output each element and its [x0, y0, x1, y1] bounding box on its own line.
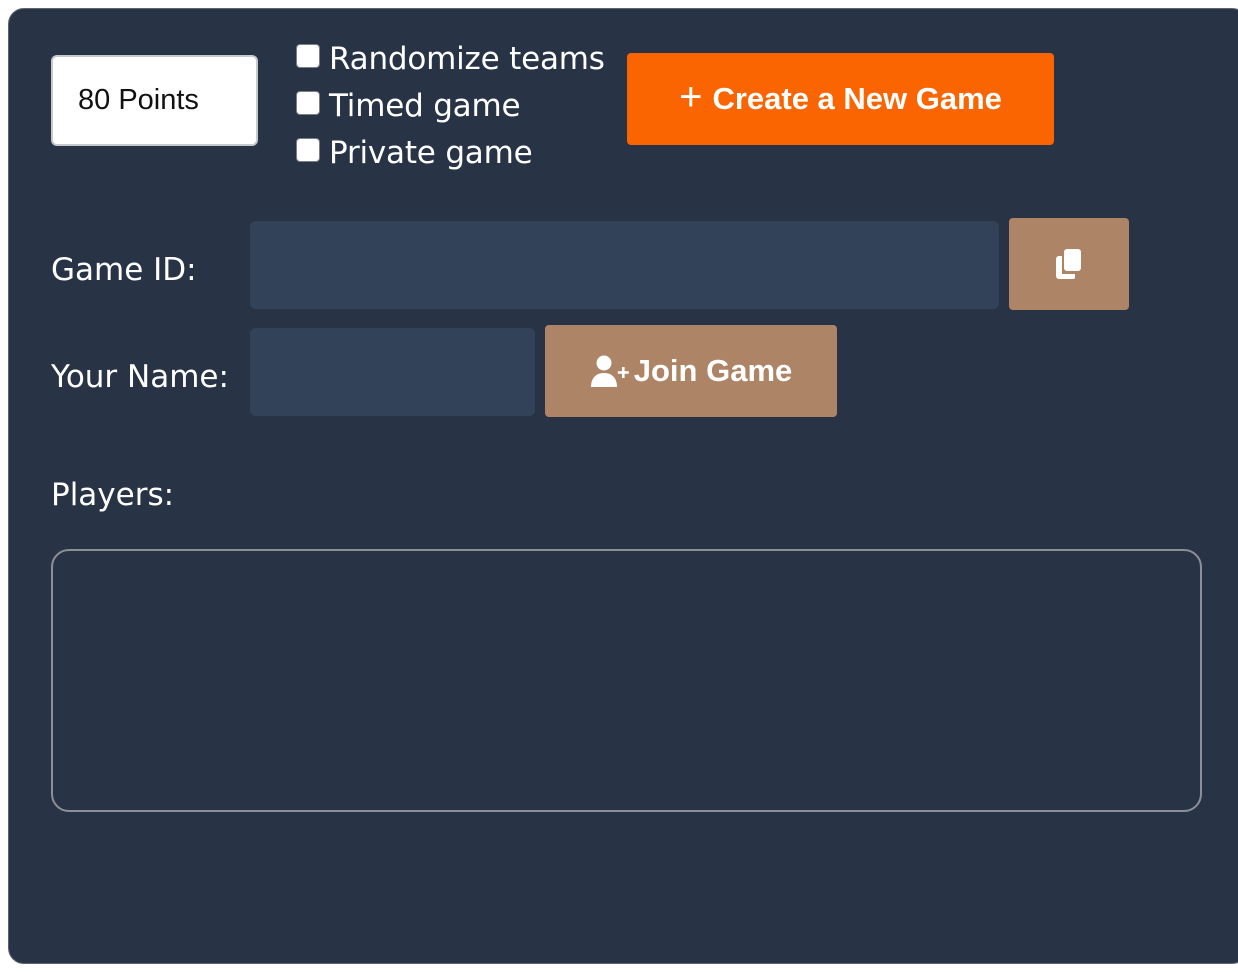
timed-game-label[interactable]: Timed game	[329, 88, 521, 124]
randomize-teams-option[interactable]: Randomize teams	[296, 39, 605, 79]
user-plus-icon	[590, 355, 629, 387]
randomize-teams-checkbox[interactable]	[296, 44, 320, 68]
game-id-label: Game ID:	[51, 252, 197, 288]
points-select[interactable]: 80 Points	[51, 55, 258, 146]
timed-game-checkbox[interactable]	[296, 91, 320, 115]
copy-icon	[1056, 249, 1081, 279]
create-game-button[interactable]: + Create a New Game	[627, 53, 1054, 145]
private-game-label[interactable]: Private game	[329, 135, 533, 171]
copy-game-id-button[interactable]	[1009, 218, 1129, 310]
players-list	[51, 549, 1202, 812]
randomize-teams-label[interactable]: Randomize teams	[329, 41, 605, 77]
create-game-label: Create a New Game	[712, 81, 1002, 116]
players-label: Players:	[51, 477, 175, 513]
timed-game-option[interactable]: Timed game	[296, 86, 521, 126]
join-game-label: Join Game	[633, 353, 793, 388]
points-select-value: 80 Points	[78, 84, 199, 116]
plus-icon: +	[679, 75, 703, 119]
your-name-input[interactable]	[250, 328, 535, 416]
your-name-label: Your Name:	[51, 359, 229, 395]
private-game-checkbox[interactable]	[296, 138, 320, 162]
join-game-button[interactable]: Join Game	[545, 325, 837, 417]
lobby-panel: 80 Points Randomize teams Timed game Pri…	[8, 8, 1238, 964]
game-id-input[interactable]	[250, 221, 999, 309]
private-game-option[interactable]: Private game	[296, 133, 533, 173]
